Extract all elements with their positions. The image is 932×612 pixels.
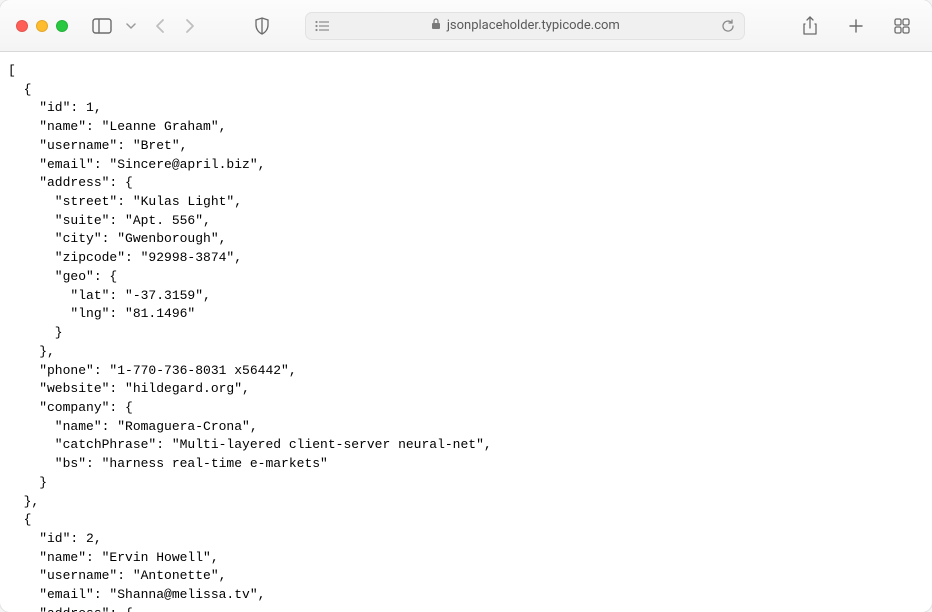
lock-icon xyxy=(431,18,441,34)
back-button[interactable] xyxy=(146,12,174,40)
right-toolbar xyxy=(796,12,916,40)
reload-button[interactable] xyxy=(718,16,738,36)
minimize-window-button[interactable] xyxy=(36,20,48,32)
json-content[interactable]: [ { "id": 1, "name": "Leanne Graham", "u… xyxy=(0,52,932,612)
new-tab-button[interactable] xyxy=(842,12,870,40)
sidebar-toggle-button[interactable] xyxy=(88,12,116,40)
address-bar[interactable]: jsonplaceholder.typicode.com xyxy=(305,12,745,40)
browser-window: jsonplaceholder.typicode.com xyxy=(0,0,932,612)
tab-group-dropdown-button[interactable] xyxy=(124,12,138,40)
reader-mode-button[interactable] xyxy=(312,16,332,36)
window-controls xyxy=(16,20,68,32)
tab-overview-button[interactable] xyxy=(888,12,916,40)
close-window-button[interactable] xyxy=(16,20,28,32)
navigation-buttons xyxy=(146,12,204,40)
share-button[interactable] xyxy=(796,12,824,40)
maximize-window-button[interactable] xyxy=(56,20,68,32)
url-text: jsonplaceholder.typicode.com xyxy=(447,18,620,33)
toolbar: jsonplaceholder.typicode.com xyxy=(0,0,932,52)
forward-button[interactable] xyxy=(176,12,204,40)
privacy-report-button[interactable] xyxy=(248,12,276,40)
